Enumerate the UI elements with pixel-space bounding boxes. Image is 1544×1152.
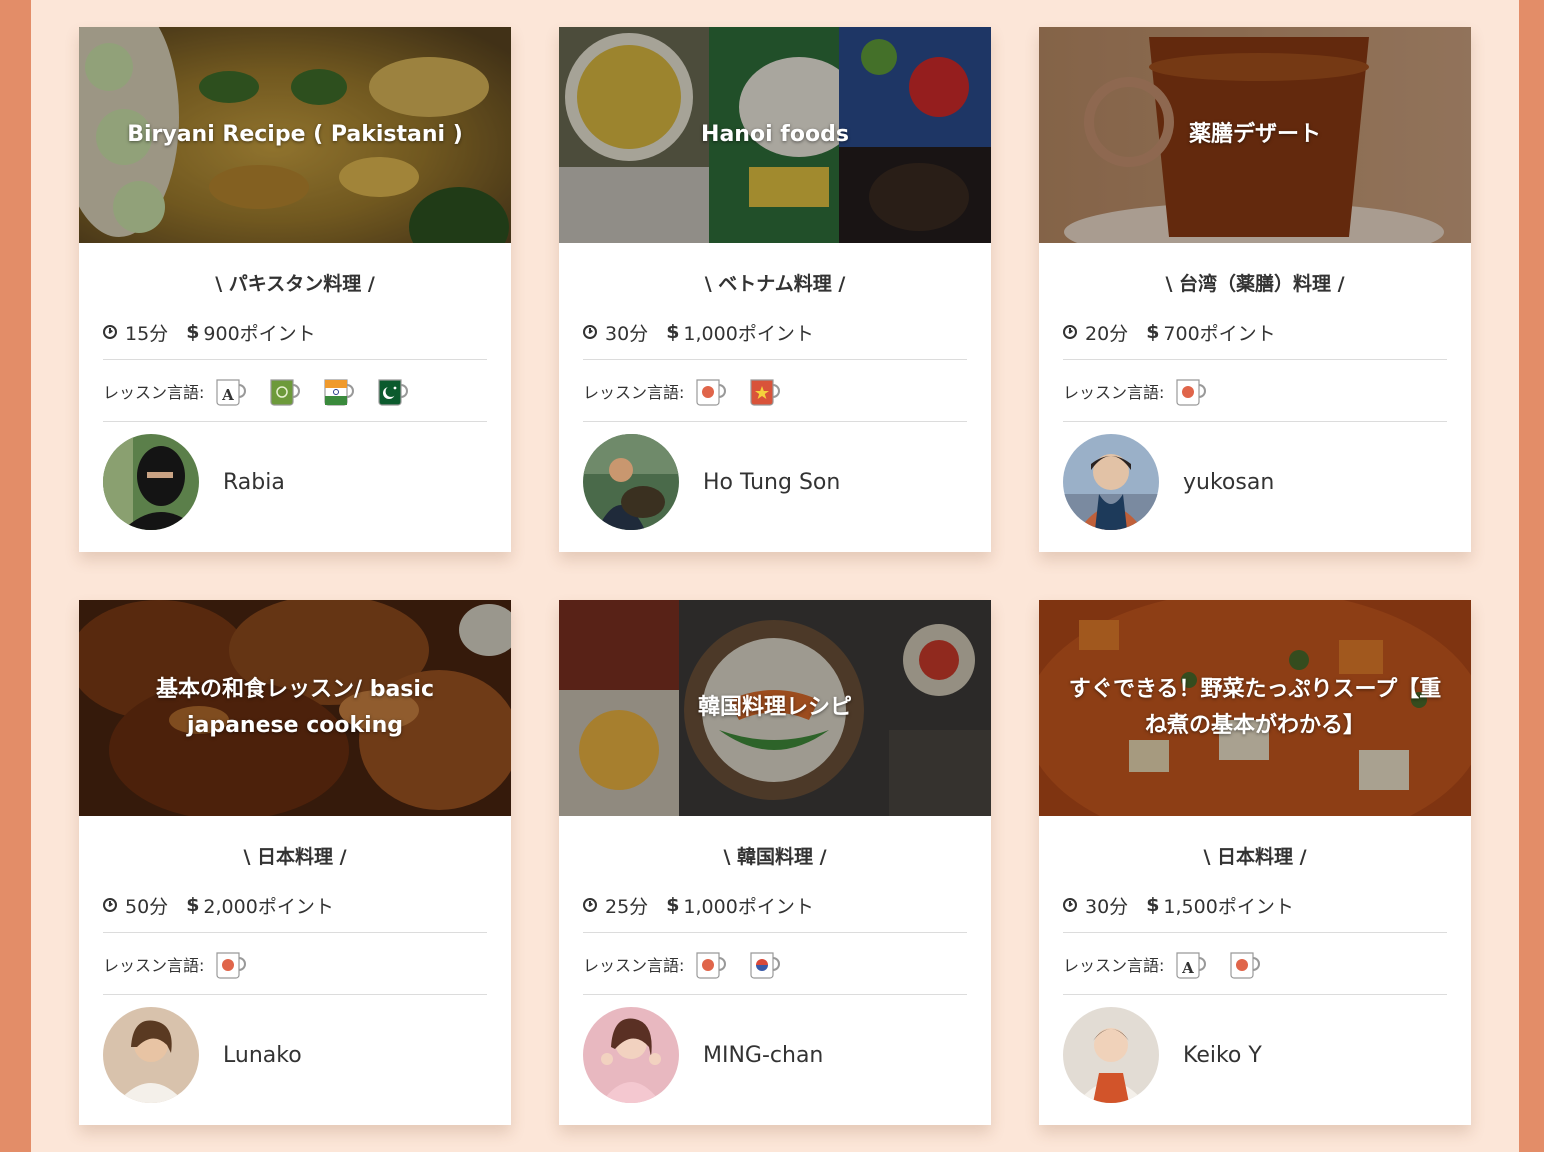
urdu-mug-icon bbox=[270, 378, 301, 406]
lesson-languages: レッスン言語: bbox=[1063, 360, 1447, 422]
avatar[interactable] bbox=[583, 1007, 679, 1103]
clock-icon bbox=[583, 898, 597, 912]
teacher-profile[interactable]: Keiko Y bbox=[1063, 1007, 1447, 1103]
teacher-name[interactable]: Ho Tung Son bbox=[703, 470, 840, 495]
lesson-card[interactable]: Biryani Recipe ( Pakistani ) \ パキスタン料理 /… bbox=[79, 27, 511, 552]
svg-text:A: A bbox=[222, 386, 235, 404]
lesson-meta: 25分 $ 1,000ポイント bbox=[583, 886, 967, 933]
lesson-title: 薬膳デザート bbox=[1188, 122, 1321, 147]
cuisine-label: \ 日本料理 / bbox=[1203, 846, 1307, 868]
duration: 30分 bbox=[1085, 895, 1129, 918]
japanese-mug-icon bbox=[216, 951, 247, 979]
teacher-profile[interactable]: Ho Tung Son bbox=[583, 434, 967, 530]
lesson-language-label: レッスン言語: bbox=[1063, 382, 1165, 402]
teacher-name[interactable]: MING-chan bbox=[703, 1043, 823, 1068]
price: 900ポイント bbox=[203, 322, 316, 345]
clock-icon bbox=[103, 325, 117, 339]
duration: 15分 bbox=[125, 322, 169, 345]
price: 2,000ポイント bbox=[203, 895, 334, 918]
lesson-image[interactable]: 基本の和食レッスン/ basic japanese cooking bbox=[79, 600, 511, 816]
lesson-language-label: レッスン言語: bbox=[583, 955, 685, 975]
teacher-name[interactable]: Keiko Y bbox=[1183, 1043, 1262, 1068]
price: 1,000ポイント bbox=[683, 322, 814, 345]
lesson-image[interactable]: 薬膳デザート bbox=[1039, 27, 1471, 243]
lesson-image[interactable]: すぐできる！野菜たっぷりスープ【重ね煮の基本がわかる】 bbox=[1039, 600, 1471, 816]
teacher-profile[interactable]: Rabia bbox=[103, 434, 487, 530]
lesson-card[interactable]: すぐできる！野菜たっぷりスープ【重ね煮の基本がわかる】 \ 日本料理 / 30分… bbox=[1039, 600, 1471, 1125]
japanese-mug-icon bbox=[696, 378, 727, 406]
cuisine-label: \ 韓国料理 / bbox=[723, 846, 827, 868]
duration: 25分 bbox=[605, 895, 649, 918]
dollar-icon: $ bbox=[186, 894, 200, 916]
teacher-name[interactable]: Lunako bbox=[223, 1043, 302, 1068]
lesson-languages: レッスン言語: bbox=[583, 933, 967, 995]
teacher-name[interactable]: Rabia bbox=[223, 470, 285, 495]
clock-icon bbox=[103, 898, 117, 912]
lesson-title: Hanoi foods bbox=[701, 122, 849, 147]
japanese-mug-icon bbox=[696, 951, 727, 979]
duration: 50分 bbox=[125, 895, 169, 918]
clock-icon bbox=[1063, 325, 1077, 339]
duration: 30分 bbox=[605, 322, 649, 345]
lesson-meta: 50分 $ 2,000ポイント bbox=[103, 886, 487, 933]
dollar-icon: $ bbox=[666, 894, 680, 916]
vietnamese-mug-icon bbox=[750, 378, 781, 406]
lesson-title: 韓国料理レシピ bbox=[697, 695, 852, 720]
teacher-name[interactable]: yukosan bbox=[1183, 470, 1274, 495]
cuisine-label: \ ベトナム料理 / bbox=[704, 273, 846, 295]
lesson-card[interactable]: Hanoi foods \ ベトナム料理 / 30分 $ 1,000ポイント レ… bbox=[559, 27, 991, 552]
duration: 20分 bbox=[1085, 322, 1129, 345]
clock-icon bbox=[1063, 898, 1077, 912]
clock-icon bbox=[583, 325, 597, 339]
price: 1,000ポイント bbox=[683, 895, 814, 918]
cuisine-label: \ パキスタン料理 / bbox=[215, 273, 375, 295]
japanese-mug-icon bbox=[1230, 951, 1261, 979]
english-mug-icon: A bbox=[1176, 951, 1207, 979]
avatar[interactable] bbox=[1063, 1007, 1159, 1103]
avatar[interactable] bbox=[103, 434, 199, 530]
lesson-card[interactable]: 基本の和食レッスン/ basic japanese cooking \ 日本料理… bbox=[79, 600, 511, 1125]
teacher-profile[interactable]: MING-chan bbox=[583, 1007, 967, 1103]
lesson-title: 基本の和食レッスン/ basic japanese cooking bbox=[156, 677, 434, 738]
lesson-language-label: レッスン言語: bbox=[103, 955, 205, 975]
lesson-language-label: レッスン言語: bbox=[1063, 955, 1165, 975]
lesson-image[interactable]: 韓国料理レシピ bbox=[559, 600, 991, 816]
avatar[interactable] bbox=[103, 1007, 199, 1103]
lesson-languages: レッスン言語: bbox=[103, 933, 487, 995]
japanese-mug-icon bbox=[1176, 378, 1207, 406]
avatar[interactable] bbox=[1063, 434, 1159, 530]
dollar-icon: $ bbox=[186, 321, 200, 343]
dollar-icon: $ bbox=[666, 321, 680, 343]
lesson-languages: レッスン言語: A bbox=[103, 360, 487, 422]
lesson-title: すぐできる！野菜たっぷりスープ【重ね煮の基本がわかる】 bbox=[1068, 677, 1442, 738]
lesson-image[interactable]: Hanoi foods bbox=[559, 27, 991, 243]
svg-text:A: A bbox=[1182, 959, 1195, 977]
lesson-languages: レッスン言語: A bbox=[1063, 933, 1447, 995]
lesson-image[interactable]: Biryani Recipe ( Pakistani ) bbox=[79, 27, 511, 243]
cuisine-label: \ 日本料理 / bbox=[243, 846, 347, 868]
pakistan-mug-icon bbox=[378, 378, 409, 406]
lesson-card[interactable]: 薬膳デザート \ 台湾（薬膳）料理 / 20分 $ 700ポイント レッスン言語… bbox=[1039, 27, 1471, 552]
teacher-profile[interactable]: yukosan bbox=[1063, 434, 1447, 530]
price: 700ポイント bbox=[1163, 322, 1276, 345]
cuisine-label: \ 台湾（薬膳）料理 / bbox=[1165, 273, 1345, 295]
english-mug-icon: A bbox=[216, 378, 247, 406]
lesson-language-label: レッスン言語: bbox=[583, 382, 685, 402]
lesson-language-label: レッスン言語: bbox=[103, 382, 205, 402]
dollar-icon: $ bbox=[1146, 321, 1160, 343]
lesson-grid: Biryani Recipe ( Pakistani ) \ パキスタン料理 /… bbox=[31, 0, 1519, 1152]
hindi-mug-icon bbox=[324, 378, 355, 406]
lesson-meta: 15分 $ 900ポイント bbox=[103, 313, 487, 360]
teacher-profile[interactable]: Lunako bbox=[103, 1007, 487, 1103]
avatar[interactable] bbox=[583, 434, 679, 530]
korean-mug-icon bbox=[750, 951, 781, 979]
price: 1,500ポイント bbox=[1163, 895, 1294, 918]
lesson-title: Biryani Recipe ( Pakistani ) bbox=[127, 122, 463, 147]
dollar-icon: $ bbox=[1146, 894, 1160, 916]
lesson-card[interactable]: 韓国料理レシピ \ 韓国料理 / 25分 $ 1,000ポイント レッスン言語: bbox=[559, 600, 991, 1125]
lesson-meta: 20分 $ 700ポイント bbox=[1063, 313, 1447, 360]
lesson-meta: 30分 $ 1,000ポイント bbox=[583, 313, 967, 360]
lesson-meta: 30分 $ 1,500ポイント bbox=[1063, 886, 1447, 933]
lesson-languages: レッスン言語: bbox=[583, 360, 967, 422]
